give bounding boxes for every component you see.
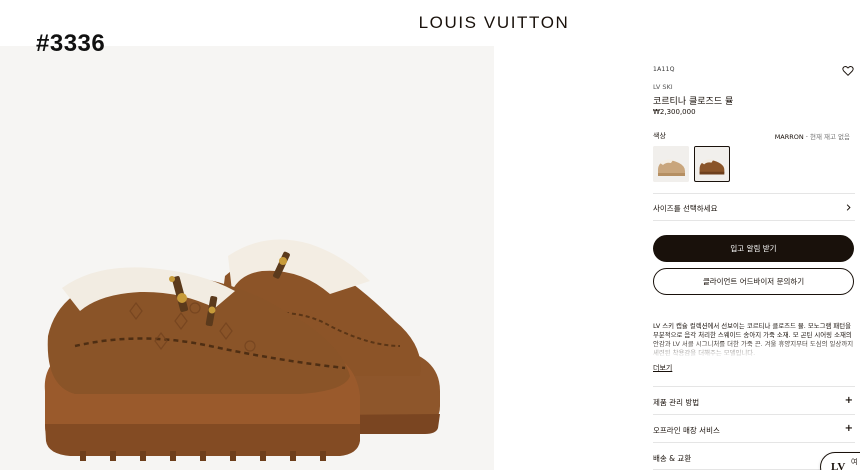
accordion-care-label: 제품 관리 방법 (653, 398, 700, 407)
product-image-gallery[interactable] (0, 46, 494, 470)
product-price: ₩2,300,000 (653, 108, 696, 116)
heart-icon[interactable] (842, 65, 854, 77)
chevron-right-icon (846, 204, 851, 211)
item-number-overlay: #3336 (36, 30, 106, 57)
plus-icon: + (844, 395, 853, 406)
description-fade (653, 340, 855, 358)
contact-advisor-button[interactable]: 클라이언트 어드바이저 문의하기 (653, 268, 854, 295)
lv-logo-icon: LV (831, 461, 846, 470)
plus-icon: + (844, 423, 853, 434)
chat-advisor-button[interactable]: LV 여 (820, 452, 860, 470)
color-label: 색상 (653, 132, 666, 140)
accordion-shipping-label: 배송 & 교환 (653, 454, 692, 463)
product-details-panel: 1A11Q LV SKI 코르티나 클로즈드 뮬 ₩2,300,000 색상 M… (494, 46, 860, 470)
product-name: 코르티나 클로즈드 뮬 (653, 97, 734, 107)
site-header: LOUIS VUITTON (0, 0, 860, 46)
stock-status: 현재 재고 없음 (809, 133, 850, 141)
selected-color-name: MARRON (774, 133, 804, 141)
size-selector[interactable]: 사이즈를 선택하세요 (653, 193, 855, 221)
read-more-link[interactable]: 더보기 (653, 363, 672, 373)
brand-logo[interactable]: LOUIS VUITTON (0, 13, 860, 33)
accordion-store-services[interactable]: 오프라인 매장 서비스 + (653, 414, 855, 442)
accordion-store-label: 오프라인 매장 서비스 (653, 426, 720, 435)
swatch-beige-image (653, 146, 689, 182)
product-image (44, 239, 440, 461)
product-reference: 1A11Q (653, 66, 675, 73)
color-swatch-beige[interactable] (653, 146, 689, 182)
product-line[interactable]: LV SKI (653, 83, 673, 91)
swatch-marron-image (695, 147, 728, 180)
accordion-care[interactable]: 제품 관리 방법 + (653, 386, 855, 414)
selected-color: MARRON · 현재 재고 없음 (774, 133, 850, 141)
size-selector-label: 사이즈를 선택하세요 (653, 204, 718, 213)
color-swatch-marron[interactable] (694, 146, 730, 182)
chat-label: 여 (851, 458, 858, 466)
notify-restock-button[interactable]: 입고 알림 받기 (653, 235, 854, 262)
